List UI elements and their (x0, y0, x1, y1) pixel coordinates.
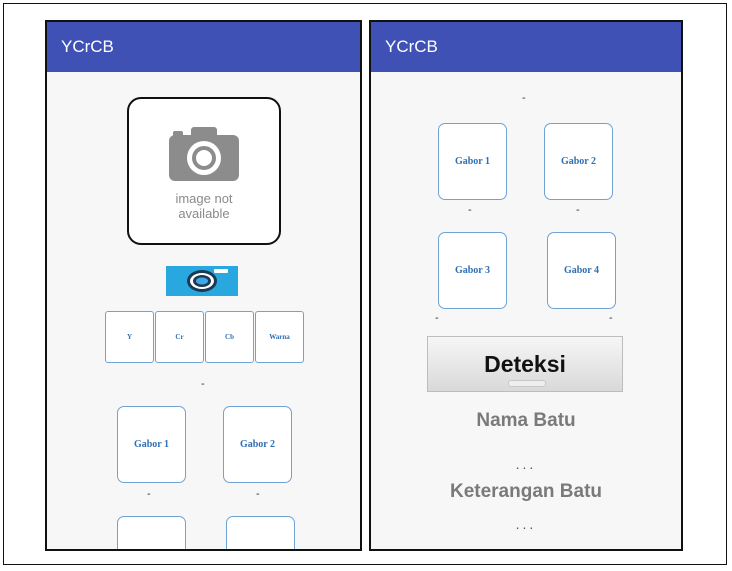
image-not-available-line2: available (178, 206, 230, 221)
gabor-2-result: - (576, 204, 580, 216)
stone-description-label: Keterangan Batu (449, 481, 603, 502)
gabor-2-result: - (256, 488, 260, 500)
stone-name-label: Nama Batu (476, 410, 576, 431)
gabor-2-card[interactable]: Gabor 2 (223, 406, 292, 483)
image-preview[interactable]: image not available (127, 97, 281, 245)
gabor-4-card-partial[interactable] (226, 516, 295, 549)
channel-cr-button[interactable]: Cr (155, 311, 204, 363)
stone-description-value: ... (515, 516, 537, 532)
gabor-1-card[interactable]: Gabor 1 (438, 123, 507, 200)
deteksi-button[interactable]: Deteksi (427, 336, 623, 392)
right-screen: YCrCB - Gabor 1 Gabor 2 - - Gabor 3 Gabo… (369, 20, 683, 551)
stone-name-value: ... (515, 456, 537, 472)
image-not-available-line1: image not (175, 191, 233, 206)
channel-cb-button[interactable]: Cb (205, 311, 254, 363)
channel-y-button[interactable]: Y (105, 311, 154, 363)
deteksi-button-handle (508, 380, 546, 387)
app-bar-title: YCrCB (47, 22, 360, 72)
gabor-1-result: - (147, 488, 151, 500)
gabor-3-card-partial[interactable] (117, 516, 186, 549)
app-bar-title: YCrCB (371, 22, 681, 72)
top-result: - (522, 92, 526, 104)
gabor-4-result: - (609, 312, 613, 324)
gabor-4-card[interactable]: Gabor 4 (547, 232, 616, 309)
gabor-3-card[interactable]: Gabor 3 (438, 232, 507, 309)
camera-placeholder-icon (169, 127, 239, 181)
left-screen: YCrCB image not available Y Cr Cb Warna … (45, 20, 362, 551)
camera-button[interactable] (166, 266, 238, 296)
gabor-1-card[interactable]: Gabor 1 (117, 406, 186, 483)
channel-result: - (201, 378, 205, 390)
camera-icon (166, 266, 238, 296)
gabor-3-result: - (435, 312, 439, 324)
gabor-1-result: - (468, 204, 472, 216)
deteksi-button-label: Deteksi (484, 350, 566, 377)
channel-warna-button[interactable]: Warna (255, 311, 304, 363)
gabor-2-card[interactable]: Gabor 2 (544, 123, 613, 200)
